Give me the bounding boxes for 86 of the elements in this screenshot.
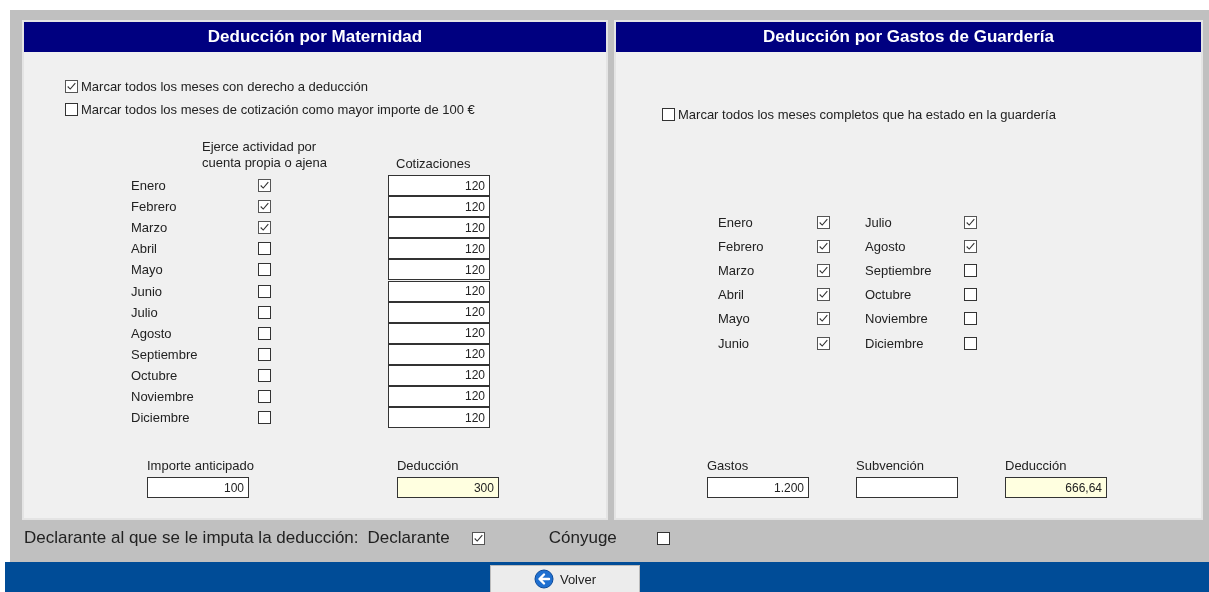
input-field[interactable]: 300 — [396, 477, 499, 498]
input-field[interactable]: 1.200 — [707, 477, 809, 498]
field-label: Subvención — [856, 458, 925, 473]
input-field[interactable]: 120 — [388, 322, 490, 344]
checkbox[interactable] — [817, 288, 830, 302]
input-field[interactable]: 100 — [147, 477, 249, 498]
checkbox[interactable] — [656, 531, 670, 545]
month-label: Febrero — [131, 199, 178, 215]
month-label: Octubre — [865, 287, 913, 303]
input-field[interactable]: 120 — [388, 301, 490, 323]
checkbox[interactable] — [258, 263, 271, 277]
month-label: Septiembre — [131, 346, 199, 362]
checkbox[interactable] — [258, 242, 271, 256]
checkbox[interactable] — [258, 200, 271, 214]
checkbox-label: Marcar todos los meses con derecho a deducción — [81, 79, 368, 94]
month-label: Diciembre — [865, 335, 925, 351]
input-field[interactable]: 120 — [388, 364, 490, 386]
month-label: Agosto — [865, 238, 907, 254]
month-label: Abril — [131, 241, 158, 257]
checkbox[interactable] — [258, 368, 271, 382]
field-label: Deducción — [396, 458, 460, 473]
checkbox[interactable] — [817, 239, 830, 253]
month-label: Junio — [131, 283, 164, 299]
input-field[interactable]: 666,64 — [1005, 477, 1107, 498]
checkbox[interactable] — [65, 80, 78, 93]
month-label: Mayo — [131, 262, 164, 278]
checkbox[interactable] — [258, 326, 271, 340]
input-field[interactable]: 120 — [388, 259, 490, 281]
back-button[interactable]: Volver — [490, 565, 640, 592]
month-label: Febrero — [718, 238, 765, 254]
checkbox[interactable] — [471, 531, 485, 545]
month-label: Enero — [718, 214, 754, 230]
month-label: Enero — [131, 178, 167, 194]
month-label: Noviembre — [131, 389, 195, 404]
input-field[interactable]: 120 — [388, 196, 490, 218]
checkbox-label: Marcar todos los meses de cotización como mayor importe de 100 € — [81, 102, 475, 117]
month-label: Mayo — [718, 311, 751, 327]
input-field[interactable]: 120 — [388, 386, 490, 407]
panel-title: Deducción por Gastos de Guardería — [616, 22, 1201, 52]
input-field[interactable]: 120 — [388, 217, 490, 239]
checkbox[interactable] — [964, 263, 977, 277]
input-field[interactable]: 120 — [388, 175, 490, 197]
checkbox[interactable] — [964, 336, 977, 350]
checkbox[interactable] — [817, 263, 830, 277]
input-field[interactable]: 120 — [388, 407, 490, 429]
input-field[interactable]: 120 — [388, 238, 490, 260]
checkbox[interactable] — [258, 284, 271, 298]
checkbox[interactable] — [817, 215, 830, 229]
checkbox-label: Marcar todos los meses completos que ha estado en la guardería — [678, 107, 1056, 122]
checkbox[interactable] — [65, 103, 78, 116]
month-label: Agosto — [131, 325, 173, 341]
checkbox[interactable] — [258, 221, 271, 235]
month-label: Junio — [718, 335, 751, 351]
option-label: Cónyuge — [548, 528, 617, 548]
month-label: Abril — [718, 287, 745, 303]
column-header: Cotizaciones — [396, 156, 471, 171]
checkbox[interactable] — [817, 312, 830, 326]
checkbox[interactable] — [258, 179, 271, 193]
month-label: Marzo — [718, 262, 756, 278]
checkbox[interactable] — [964, 312, 977, 326]
month-label: Marzo — [131, 220, 169, 236]
input-field[interactable] — [856, 477, 958, 498]
input-field[interactable]: 120 — [388, 280, 490, 302]
month-label: Octubre — [131, 367, 179, 383]
checkbox[interactable] — [258, 347, 271, 361]
month-label: Noviembre — [865, 311, 929, 327]
checkbox[interactable] — [258, 390, 271, 403]
input-field[interactable]: 120 — [388, 343, 490, 365]
checkbox[interactable] — [964, 215, 977, 229]
column-header: Ejerce actividad por cuenta propia o ajena — [202, 139, 329, 171]
panel-title: Deducción por Maternidad — [24, 22, 606, 52]
checkbox[interactable] — [817, 336, 830, 350]
month-label: Septiembre — [865, 262, 933, 278]
field-label: Gastos — [707, 458, 750, 473]
declarant-label: Declarante al que se le imputa la deducción: — [24, 528, 359, 548]
field-label: Importe anticipado — [147, 458, 254, 473]
month-label: Diciembre — [131, 410, 191, 426]
checkbox[interactable] — [964, 239, 977, 253]
option-label: Declarante — [367, 528, 450, 548]
checkbox[interactable] — [662, 108, 675, 121]
checkbox[interactable] — [258, 411, 271, 425]
month-label: Julio — [865, 214, 893, 230]
checkbox[interactable] — [964, 288, 977, 302]
month-label: Julio — [131, 304, 159, 320]
checkbox[interactable] — [258, 305, 271, 319]
field-label: Deducción — [1005, 458, 1068, 473]
